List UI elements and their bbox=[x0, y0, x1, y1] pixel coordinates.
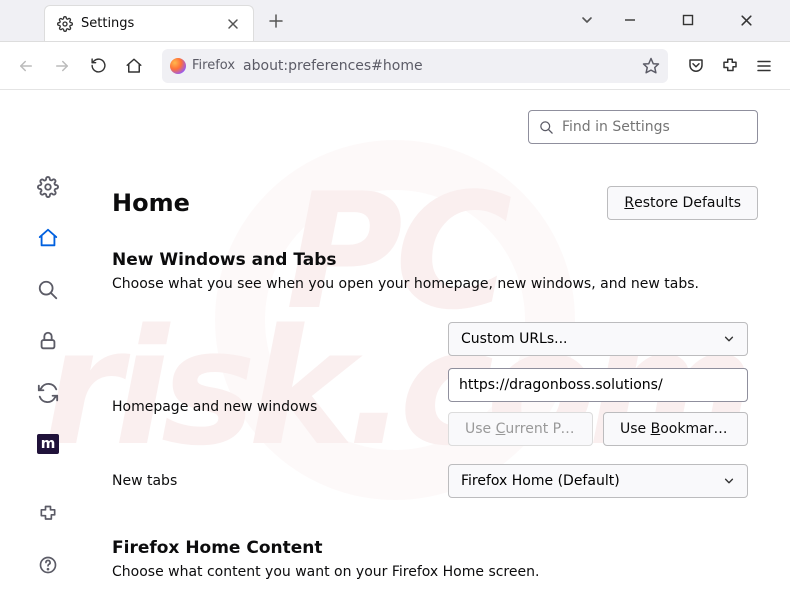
newtabs-label: New tabs bbox=[112, 473, 432, 489]
window-close-button[interactable] bbox=[724, 5, 768, 35]
page-title: Home bbox=[112, 189, 190, 217]
sidebar-item-privacy[interactable] bbox=[30, 325, 66, 359]
homepage-url-input[interactable] bbox=[448, 368, 748, 402]
preferences-main: Home Restore Defaults New Windows and Ta… bbox=[96, 90, 790, 596]
sidebar-item-search[interactable] bbox=[30, 273, 66, 307]
chevron-down-icon bbox=[723, 475, 735, 487]
pocket-button[interactable] bbox=[680, 50, 712, 82]
app-menu-button[interactable] bbox=[748, 50, 780, 82]
sidebar-item-sync[interactable] bbox=[30, 376, 66, 410]
section-title: New Windows and Tabs bbox=[112, 250, 758, 270]
homepage-select-value: Custom URLs... bbox=[461, 331, 568, 347]
maximize-button[interactable] bbox=[666, 5, 710, 35]
url-bar[interactable]: Firefox about:preferences#home bbox=[162, 49, 668, 83]
tab-label: Settings bbox=[81, 16, 217, 31]
use-bookmark-button[interactable]: Use Bookmark… bbox=[603, 412, 748, 446]
homepage-label: Homepage and new windows bbox=[112, 399, 432, 415]
use-current-button[interactable]: Use Current Pages bbox=[448, 412, 593, 446]
back-button[interactable] bbox=[10, 50, 42, 82]
gear-icon bbox=[57, 16, 73, 32]
navbar: Firefox about:preferences#home bbox=[0, 42, 790, 90]
extensions-button[interactable] bbox=[714, 50, 746, 82]
section-desc: Choose what you see when you open your h… bbox=[112, 276, 758, 292]
restore-defaults-button[interactable]: Restore Defaults bbox=[607, 186, 758, 220]
minimize-button[interactable] bbox=[608, 5, 652, 35]
homepage-select[interactable]: Custom URLs... bbox=[448, 322, 748, 356]
star-icon[interactable] bbox=[642, 57, 660, 75]
find-input[interactable] bbox=[562, 119, 747, 135]
browser-tab[interactable]: Settings bbox=[44, 5, 254, 41]
tab-strip: Settings bbox=[0, 0, 790, 42]
chevron-down-icon bbox=[723, 333, 735, 345]
identity-box[interactable]: Firefox bbox=[170, 58, 235, 74]
identity-label: Firefox bbox=[192, 58, 235, 73]
new-tab-button[interactable] bbox=[260, 5, 292, 37]
sidebar-item-help[interactable] bbox=[30, 549, 66, 583]
home-button[interactable] bbox=[118, 50, 150, 82]
sidebar-item-home[interactable] bbox=[30, 222, 66, 256]
url-text: about:preferences#home bbox=[243, 58, 634, 74]
firefox-logo-icon bbox=[170, 58, 186, 74]
sidebar-item-more[interactable]: m bbox=[30, 428, 66, 462]
find-in-settings[interactable] bbox=[528, 110, 758, 144]
restore-defaults-label: estore Defaults bbox=[634, 195, 741, 211]
sidebar-item-extensions[interactable] bbox=[30, 497, 66, 531]
newtabs-select[interactable]: Firefox Home (Default) bbox=[448, 464, 748, 498]
section-desc: Choose what content you want on your Fir… bbox=[112, 564, 758, 580]
newtabs-select-value: Firefox Home (Default) bbox=[461, 473, 620, 489]
sidebar-item-general[interactable] bbox=[30, 170, 66, 204]
search-icon bbox=[539, 120, 554, 135]
m-logo-icon: m bbox=[37, 434, 59, 454]
reload-button[interactable] bbox=[82, 50, 114, 82]
section-title: Firefox Home Content bbox=[112, 538, 758, 558]
tabs-chevron-icon[interactable] bbox=[580, 13, 594, 27]
preferences-sidebar: m bbox=[0, 90, 96, 596]
forward-button[interactable] bbox=[46, 50, 78, 82]
close-icon[interactable] bbox=[225, 16, 241, 32]
